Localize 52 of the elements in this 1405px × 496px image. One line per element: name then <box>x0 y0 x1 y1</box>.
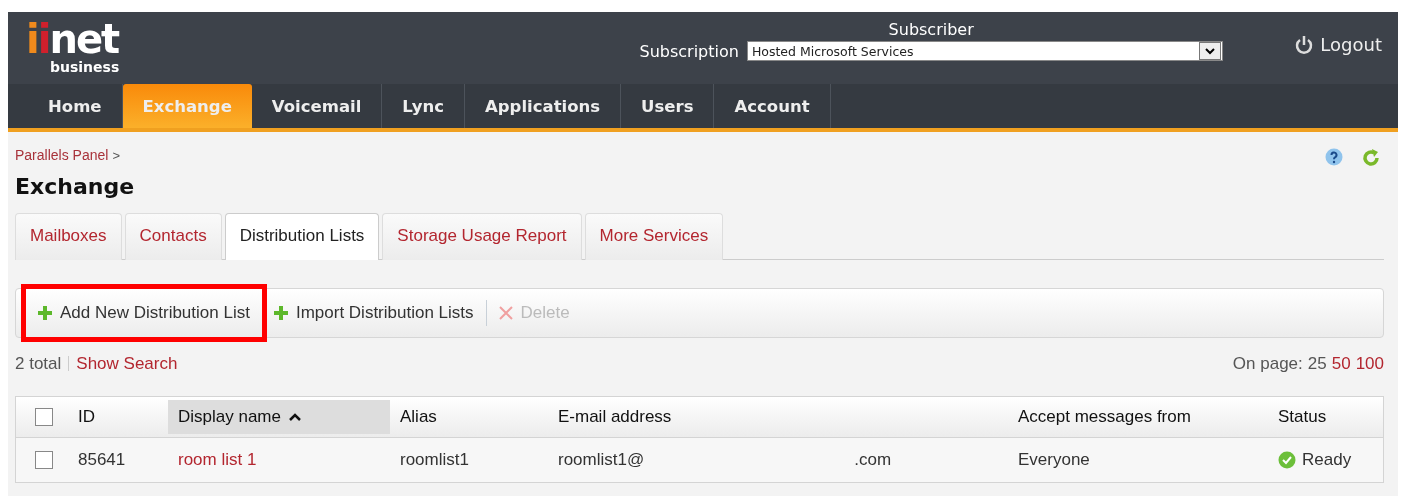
breadcrumb-link[interactable]: Parallels Panel <box>15 147 109 163</box>
page-size-option[interactable]: 50 <box>1331 354 1351 373</box>
tab[interactable]: Mailboxes <box>15 213 122 260</box>
sort-ascending-icon <box>289 413 301 421</box>
caret-icon <box>1198 42 1221 60</box>
page-size-option[interactable]: 100 <box>1355 354 1384 373</box>
subscription-label: Subscription <box>639 41 739 61</box>
logout-link[interactable]: Logout <box>1274 12 1398 55</box>
nav-tab[interactable]: Home <box>28 84 123 128</box>
toolbar-button[interactable]: Add New Distribution List <box>26 289 262 337</box>
row-checkbox[interactable] <box>35 451 53 469</box>
table-cell-text: 85641 <box>77 450 127 470</box>
total-count: 2 total <box>15 354 62 373</box>
column-header[interactable]: ID <box>68 397 168 437</box>
tab[interactable]: More Services <box>584 213 724 260</box>
nav-tab[interactable]: Applications <box>465 84 622 128</box>
logo-wordmark: iinet <box>26 18 119 60</box>
nav-tab[interactable]: Voicemail <box>251 84 383 128</box>
tab[interactable]: Distribution Lists <box>224 213 380 260</box>
tab[interactable]: Storage Usage Report <box>382 213 582 260</box>
nav-tab[interactable]: Lync <box>382 84 466 128</box>
subscription-dropdown[interactable]: Hosted Microsoft Services <box>746 41 1223 61</box>
nav-tab[interactable]: Account <box>714 84 831 128</box>
nav-tab[interactable]: Users <box>621 84 715 128</box>
column-header[interactable]: Accept messages from <box>1008 397 1268 437</box>
page-size-option[interactable]: 25 <box>1307 354 1327 373</box>
email-domain-ending: .com <box>854 450 892 470</box>
table-cell-text: Everyone <box>1017 450 1091 470</box>
check-circle-icon <box>1278 451 1296 469</box>
breadcrumb-separator: > <box>112 148 120 163</box>
email-local-part: roomlist1@ <box>558 450 645 470</box>
logo-tagline: business <box>50 60 120 74</box>
column-header[interactable]: Alias <box>390 397 548 437</box>
column-header[interactable]: Status <box>1268 397 1383 437</box>
subscriber-label: Subscriber <box>888 20 974 39</box>
show-search-link[interactable]: Show Search <box>76 354 178 373</box>
plus-icon <box>273 306 288 320</box>
page-title: Exchange <box>15 174 136 199</box>
column-header[interactable]: Display name <box>168 400 390 434</box>
page-size-label: On page: <box>1232 354 1303 373</box>
plus-icon <box>38 306 52 320</box>
refresh-icon[interactable] <box>1361 148 1381 168</box>
table-cell-text: roomlist1 <box>399 450 470 470</box>
select-all-checkbox[interactable] <box>35 408 53 426</box>
power-icon <box>1294 34 1315 55</box>
toolbar-button[interactable]: Import Distribution Lists <box>267 295 480 331</box>
display-name-link[interactable]: room list 1 <box>168 450 390 470</box>
column-header[interactable]: E-mail address <box>548 397 1008 437</box>
cross-icon <box>498 306 513 320</box>
status-cell: Ready <box>1268 450 1383 470</box>
help-icon[interactable] <box>1325 148 1343 166</box>
tab[interactable]: Contacts <box>124 213 222 260</box>
